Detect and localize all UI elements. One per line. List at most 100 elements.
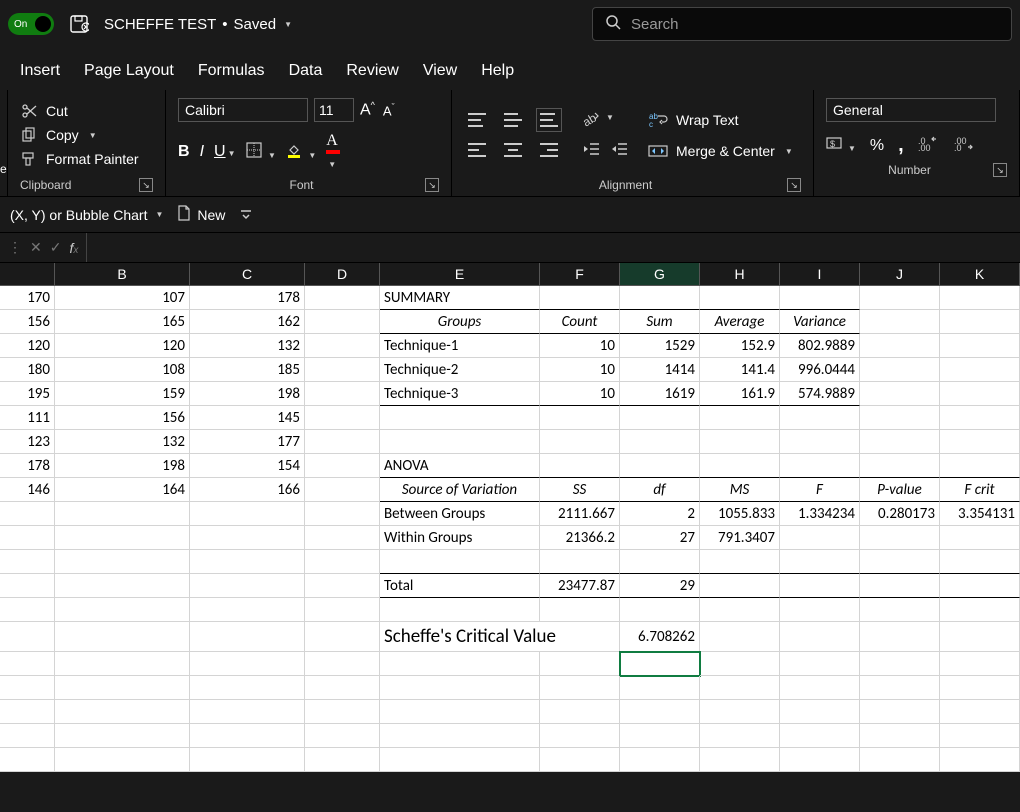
cell[interactable]: Groups (380, 310, 540, 334)
cell[interactable] (305, 286, 380, 310)
cell[interactable] (305, 574, 380, 598)
cell[interactable]: 1619 (620, 382, 700, 406)
cell[interactable] (305, 526, 380, 550)
cell[interactable] (305, 430, 380, 454)
cell[interactable] (305, 358, 380, 382)
cell[interactable]: 156 (55, 406, 190, 430)
cell[interactable] (940, 550, 1020, 574)
shrink-font-button[interactable]: Aˇ (383, 102, 395, 118)
cell[interactable] (700, 574, 780, 598)
col-header-g[interactable]: G (620, 263, 700, 285)
cell[interactable] (860, 652, 940, 676)
cell[interactable]: 156 (0, 310, 55, 334)
save-icon[interactable] (68, 13, 90, 35)
cell[interactable] (940, 406, 1020, 430)
cell[interactable]: 29 (620, 574, 700, 598)
cell[interactable] (700, 748, 780, 772)
cell[interactable] (305, 598, 380, 622)
cell[interactable] (860, 454, 940, 478)
cell[interactable] (860, 748, 940, 772)
cell[interactable]: 120 (55, 334, 190, 358)
tab-formulas[interactable]: Formulas (198, 62, 265, 80)
cell[interactable] (380, 430, 540, 454)
cell[interactable] (540, 652, 620, 676)
cell[interactable] (860, 358, 940, 382)
cell[interactable] (380, 724, 540, 748)
cell[interactable]: 791.3407 (700, 526, 780, 550)
cell[interactable] (780, 454, 860, 478)
cell[interactable]: 1055.833 (700, 502, 780, 526)
enter-icon[interactable]: ✓ (50, 239, 62, 256)
cell[interactable] (190, 724, 305, 748)
document-title[interactable]: SCHEFFE TEST • Saved ▼ (104, 16, 292, 33)
cell[interactable] (190, 550, 305, 574)
col-header-b[interactable]: B (55, 263, 190, 285)
cell[interactable] (305, 334, 380, 358)
cell[interactable]: 166 (190, 478, 305, 502)
cell[interactable]: 152.9 (700, 334, 780, 358)
cell[interactable] (0, 676, 55, 700)
cell[interactable] (780, 526, 860, 550)
cell[interactable]: Scheffe's Critical Value (380, 622, 620, 652)
cell[interactable]: P-value (860, 478, 940, 502)
cell[interactable] (620, 550, 700, 574)
cell[interactable]: Count (540, 310, 620, 334)
cell[interactable] (305, 724, 380, 748)
cell[interactable] (55, 622, 190, 652)
cell[interactable] (620, 286, 700, 310)
cell[interactable] (860, 676, 940, 700)
font-dialog-launcher[interactable] (425, 178, 439, 192)
cell[interactable]: 162 (190, 310, 305, 334)
cell[interactable] (860, 430, 940, 454)
cell[interactable] (860, 382, 940, 406)
cell[interactable] (540, 700, 620, 724)
cell[interactable] (0, 748, 55, 772)
cell[interactable] (0, 550, 55, 574)
cell[interactable] (190, 622, 305, 652)
cell[interactable]: 177 (190, 430, 305, 454)
cell[interactable]: 111 (0, 406, 55, 430)
cell[interactable] (940, 430, 1020, 454)
cell[interactable]: 161.9 (700, 382, 780, 406)
cell[interactable] (620, 406, 700, 430)
cell[interactable]: Total (380, 574, 540, 598)
cell[interactable]: 165 (55, 310, 190, 334)
decrease-indent-button[interactable] (582, 141, 600, 162)
cell[interactable] (940, 358, 1020, 382)
cell[interactable] (860, 334, 940, 358)
orientation-button[interactable]: ab ▼ (582, 109, 628, 127)
cell[interactable] (0, 622, 55, 652)
cell[interactable]: 145 (190, 406, 305, 430)
cell[interactable] (700, 454, 780, 478)
cell[interactable]: 141.4 (700, 358, 780, 382)
cell[interactable] (780, 724, 860, 748)
cell[interactable] (190, 526, 305, 550)
tab-review[interactable]: Review (346, 62, 398, 80)
cell[interactable]: 178 (190, 286, 305, 310)
cell[interactable] (940, 310, 1020, 334)
decrease-decimal-button[interactable]: .00.0 (954, 135, 976, 156)
fill-color-button[interactable]: ▼ (286, 142, 316, 163)
cell[interactable] (380, 652, 540, 676)
wrap-text-button[interactable]: abc Wrap Text (648, 111, 793, 129)
cell[interactable]: 21366.2 (540, 526, 620, 550)
cell[interactable] (780, 286, 860, 310)
cell[interactable]: 27 (620, 526, 700, 550)
cell[interactable]: 178 (0, 454, 55, 478)
cell[interactable]: SUMMARY (380, 286, 540, 310)
cell[interactable] (940, 724, 1020, 748)
scatter-chart-button[interactable]: (X, Y) or Bubble Chart▼ (10, 207, 163, 223)
align-center-button[interactable] (500, 138, 526, 162)
cell[interactable]: Technique-2 (380, 358, 540, 382)
merge-center-button[interactable]: Merge & Center ▼ (648, 143, 793, 159)
cell[interactable] (700, 676, 780, 700)
cell[interactable]: 6.708262 (620, 622, 700, 652)
cell[interactable] (940, 454, 1020, 478)
align-top-button[interactable] (464, 108, 490, 132)
copy-button[interactable]: Copy ▼ (20, 126, 139, 144)
search-box[interactable]: Search (592, 7, 1012, 41)
cell[interactable] (620, 676, 700, 700)
cell[interactable]: 154 (190, 454, 305, 478)
cell[interactable] (860, 598, 940, 622)
col-header-d[interactable]: D (305, 263, 380, 285)
